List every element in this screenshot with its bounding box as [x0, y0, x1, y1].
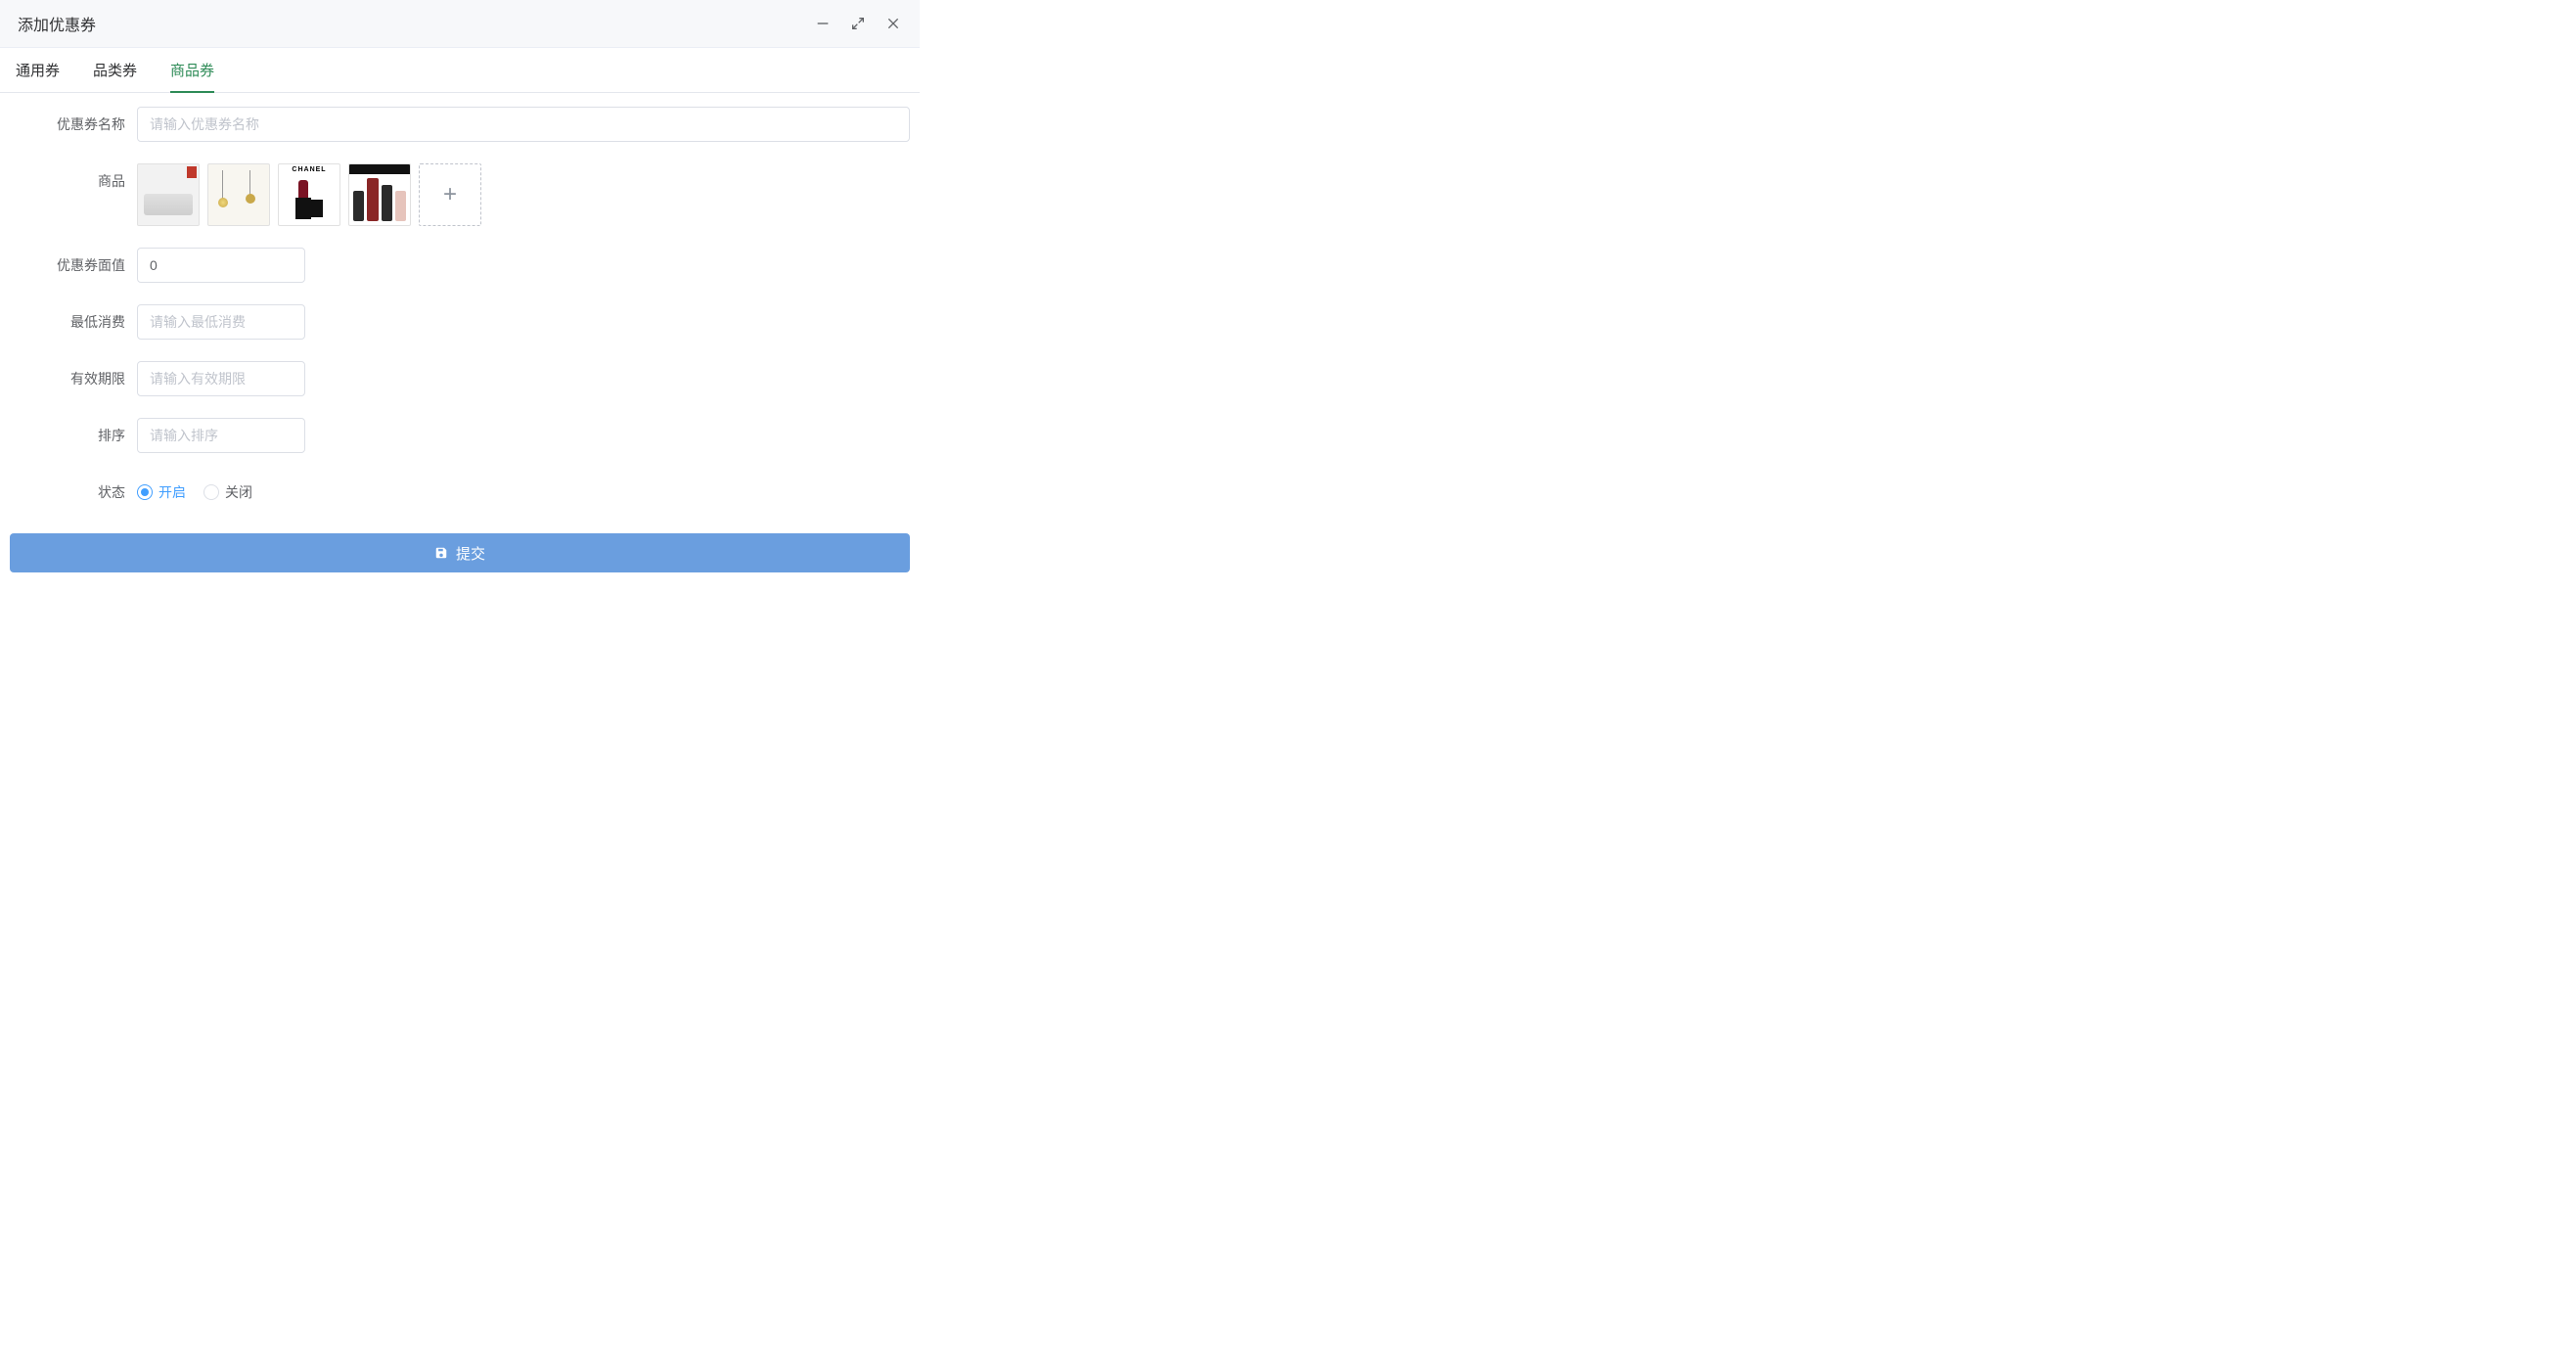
min-spend-input[interactable] [137, 304, 305, 340]
radio-circle-icon [137, 484, 153, 500]
submit-bar: 提交 [0, 533, 920, 582]
row-products: 商品 CHANEL + [10, 163, 910, 226]
tab-universal[interactable]: 通用券 [16, 48, 60, 92]
submit-label: 提交 [456, 543, 485, 564]
product-thumb-lipstick[interactable]: CHANEL [278, 163, 340, 226]
add-coupon-dialog: 添加优惠券 通用券 品类券 商品券 优惠券名称 [0, 0, 920, 582]
label-status: 状态 [10, 475, 137, 502]
label-min-spend: 最低消费 [10, 304, 137, 332]
product-thumb-lamp[interactable] [207, 163, 270, 226]
valid-period-input[interactable] [137, 361, 305, 396]
label-valid-period: 有效期限 [10, 361, 137, 388]
tab-product[interactable]: 商品券 [170, 48, 214, 92]
coupon-name-input[interactable] [137, 107, 910, 142]
brand-bar [349, 164, 410, 174]
radio-status-on[interactable]: 开启 [137, 482, 186, 502]
minimize-icon[interactable] [814, 15, 832, 32]
fullscreen-icon[interactable] [849, 15, 867, 32]
label-coupon-name: 优惠券名称 [10, 107, 137, 134]
product-thumb-sofa[interactable] [137, 163, 200, 226]
radio-status-off[interactable]: 关闭 [203, 482, 252, 502]
row-valid-period: 有效期限 [10, 361, 910, 396]
dialog-header: 添加优惠券 [0, 0, 920, 48]
tab-category[interactable]: 品类券 [93, 48, 137, 92]
row-min-spend: 最低消费 [10, 304, 910, 340]
label-sort: 排序 [10, 418, 137, 445]
brand-text: CHANEL [279, 166, 339, 173]
close-icon[interactable] [884, 15, 902, 32]
status-radio-group: 开启 关闭 [137, 475, 910, 502]
row-coupon-name: 优惠券名称 [10, 107, 910, 142]
radio-circle-icon [203, 484, 219, 500]
radio-label-off: 关闭 [225, 482, 252, 502]
face-value-input[interactable] [137, 248, 305, 283]
plus-icon: + [443, 181, 457, 208]
row-sort: 排序 [10, 418, 910, 453]
row-face-value: 优惠券面值 [10, 248, 910, 283]
radio-label-on: 开启 [158, 482, 186, 502]
coupon-type-tabs: 通用券 品类券 商品券 [0, 48, 920, 93]
label-face-value: 优惠券面值 [10, 248, 137, 275]
row-status: 状态 开启 关闭 [10, 475, 910, 502]
dialog-controls [814, 15, 902, 32]
submit-button[interactable]: 提交 [10, 533, 910, 572]
coupon-form: 优惠券名称 商品 CHANEL + [0, 93, 920, 533]
product-thumb-luggage[interactable] [348, 163, 411, 226]
save-icon [434, 546, 448, 560]
sort-input[interactable] [137, 418, 305, 453]
product-list: CHANEL + [137, 163, 910, 226]
add-product-button[interactable]: + [419, 163, 481, 226]
dialog-title: 添加优惠券 [18, 12, 96, 35]
label-products: 商品 [10, 163, 137, 191]
